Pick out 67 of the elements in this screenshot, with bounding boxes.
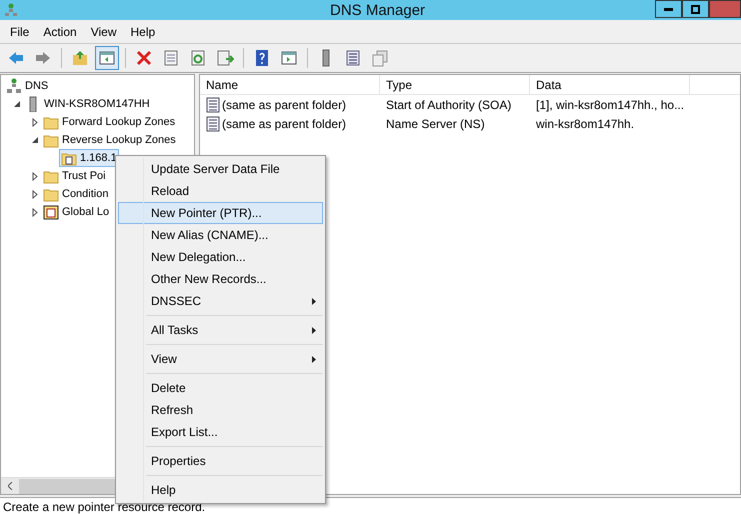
help-icon (253, 49, 271, 67)
folder-up-icon (71, 49, 89, 67)
menu-item[interactable]: New Alias (CNAME)... (118, 224, 323, 246)
submenu-arrow-icon (312, 356, 316, 363)
column-header[interactable]: Type (380, 75, 530, 94)
menu-item[interactable]: Other New Records... (118, 268, 323, 290)
toolbar-button[interactable] (95, 46, 119, 70)
menu-item[interactable]: Reload (118, 180, 323, 202)
copy-icon (371, 49, 389, 67)
tree-item[interactable]: WIN-KSR8OM147HH (23, 95, 152, 113)
menu-item[interactable]: Action (37, 22, 83, 40)
menu-item[interactable]: Delete (118, 377, 323, 399)
collapse-icon[interactable] (31, 136, 39, 144)
menu-item[interactable]: View (84, 22, 122, 40)
window-title: DNS Manager (330, 1, 426, 21)
menu-item[interactable]: Refresh (118, 399, 323, 421)
column-header[interactable]: Name (200, 75, 380, 94)
global-zone-icon (43, 204, 59, 220)
maximize-icon (691, 4, 700, 14)
back-arrow-icon (7, 49, 25, 67)
pane-icon (280, 49, 298, 67)
document-icon (162, 49, 180, 67)
menu-item[interactable]: Help (124, 22, 162, 40)
column-header[interactable]: Data (530, 75, 690, 94)
collapse-icon[interactable] (13, 100, 21, 108)
menu-item[interactable]: Properties (118, 450, 323, 472)
app-icon (4, 3, 18, 17)
menu-item[interactable]: Update Server Data File (118, 158, 323, 180)
table-cell-text: Start of Authority (SOA) (385, 96, 512, 114)
minimize-icon (664, 8, 673, 10)
menu-item[interactable]: File (4, 22, 36, 40)
table-cell-text: win-ksr8om147hh. (535, 116, 636, 132)
expand-icon[interactable] (31, 208, 39, 216)
tree-item[interactable]: Global Lo (41, 203, 112, 221)
record-icon (206, 116, 220, 132)
table-cell-text: [1], win-ksr8om147hh., ho... (535, 96, 686, 114)
expand-icon[interactable] (31, 172, 39, 180)
submenu-arrow-icon (312, 298, 316, 305)
expand-icon[interactable] (31, 118, 39, 126)
menu-item[interactable]: Export List... (118, 421, 323, 443)
scroll-left-icon (8, 482, 12, 490)
tree-item[interactable]: Reverse Lookup Zones (41, 131, 178, 149)
menu-item[interactable]: View (118, 348, 323, 370)
pane-icon (98, 49, 116, 67)
tree-item[interactable]: 1.168.1 (59, 149, 119, 167)
menu-item[interactable]: New Delegation... (118, 246, 323, 268)
forward-arrow-icon (34, 49, 52, 67)
export-list-icon (216, 49, 234, 67)
menu-item[interactable]: DNSSEC (118, 290, 323, 312)
tree-item[interactable]: Trust Poi (41, 167, 108, 185)
delete-x-icon (135, 49, 153, 67)
dns-icon (6, 78, 22, 94)
tree-item[interactable]: Condition (41, 185, 110, 203)
expand-icon[interactable] (31, 190, 39, 198)
submenu-arrow-icon (312, 327, 316, 334)
menu-item[interactable]: New Pointer (PTR)... (118, 202, 323, 224)
tree-item[interactable]: DNS (4, 77, 50, 95)
table-cell-text: (same as parent folder) (222, 116, 346, 132)
list-icon (344, 49, 362, 67)
table-cell-text: (same as parent folder) (222, 96, 346, 114)
maximize-button[interactable] (682, 0, 709, 18)
table-cell-text: Name Server (NS) (385, 116, 486, 132)
minimize-button[interactable] (655, 0, 682, 18)
tree-item[interactable]: Forward Lookup Zones (41, 113, 178, 131)
refresh-icon (189, 49, 207, 67)
menu-item[interactable]: All Tasks (118, 319, 323, 341)
record-icon (206, 96, 220, 112)
